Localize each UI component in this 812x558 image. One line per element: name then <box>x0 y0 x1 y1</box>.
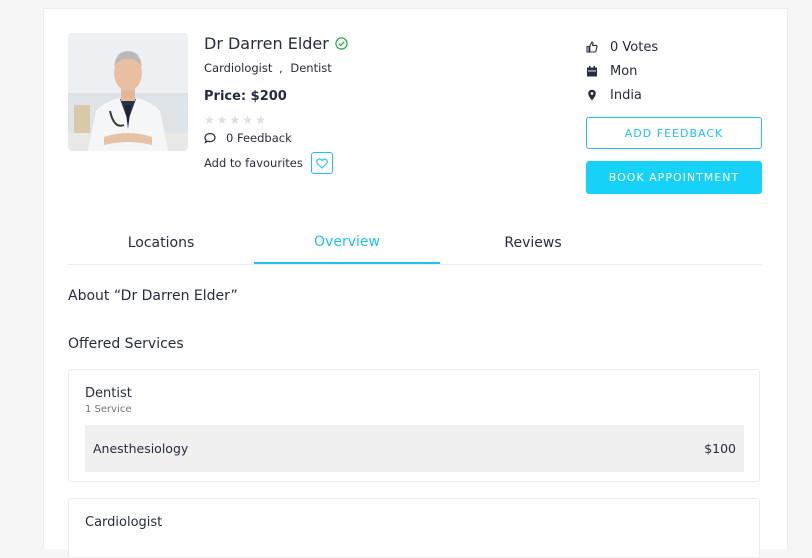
book-appointment-button[interactable]: BOOK APPOINTMENT <box>586 161 762 194</box>
location-item: India <box>586 83 658 107</box>
doctor-name[interactable]: Dr Darren Elder <box>204 34 329 53</box>
doctor-profile-card: Dr Darren Elder Cardiologist , Dentist P… <box>43 8 788 558</box>
votes-label: 0 Votes <box>610 39 659 55</box>
speciality-cardiologist: Cardiologist <box>204 61 273 75</box>
service-count: 1 Service <box>85 404 132 415</box>
doctor-price: Price: $200 <box>204 89 287 104</box>
availability-day: Mon <box>610 63 638 79</box>
star-icon: ★ <box>242 113 254 127</box>
doctor-specialities: Cardiologist , Dentist <box>204 61 332 75</box>
feedback-label: 0 Feedback <box>226 131 292 145</box>
speciality-dentist: Dentist <box>290 61 332 75</box>
map-marker-icon <box>586 89 598 101</box>
calendar-icon <box>586 65 598 77</box>
star-icon: ★ <box>229 113 241 127</box>
star-icon: ★ <box>204 113 215 127</box>
verified-check-icon <box>335 37 348 50</box>
service-price: $100 <box>704 441 736 456</box>
service-card-cardiologist: Cardiologist <box>68 498 760 558</box>
thumbs-up-icon <box>586 41 598 53</box>
favourites-row: Add to favourites <box>204 152 333 174</box>
tab-locations[interactable]: Locations <box>68 221 254 264</box>
star-icon: ★ <box>216 113 228 127</box>
star-icon: ★ <box>255 113 266 127</box>
add-to-favourites-button[interactable] <box>310 152 333 174</box>
votes-item: 0 Votes <box>586 35 658 59</box>
heart-icon <box>316 158 328 169</box>
service-row[interactable]: Anesthesiology $100 <box>85 425 744 472</box>
favourites-label: Add to favourites <box>204 156 303 170</box>
doctor-photo[interactable] <box>68 33 188 151</box>
speciality-separator: , <box>279 61 283 75</box>
doctor-name-row: Dr Darren Elder <box>204 34 348 53</box>
service-category-title: Cardiologist <box>85 515 163 530</box>
doctor-info-list: 0 Votes Mon India <box>586 35 658 107</box>
about-heading: About “Dr Darren Elder” <box>68 288 238 304</box>
feedback-count: 0 Feedback <box>204 131 292 145</box>
profile-tabs: Locations Overview Reviews <box>68 221 762 265</box>
tab-reviews[interactable]: Reviews <box>440 221 626 264</box>
rating-stars: ★ ★ ★ ★ ★ <box>204 114 266 126</box>
service-name: Anesthesiology <box>93 441 189 456</box>
tab-overview[interactable]: Overview <box>254 221 440 264</box>
location-label: India <box>610 87 642 103</box>
offered-services-heading: Offered Services <box>68 336 184 352</box>
comment-icon <box>204 132 216 144</box>
service-card-dentist: Dentist 1 Service Anesthesiology $100 <box>68 369 760 482</box>
service-category-title: Dentist <box>85 386 132 401</box>
availability-item: Mon <box>586 59 658 83</box>
add-feedback-button[interactable]: ADD FEEDBACK <box>586 117 762 149</box>
